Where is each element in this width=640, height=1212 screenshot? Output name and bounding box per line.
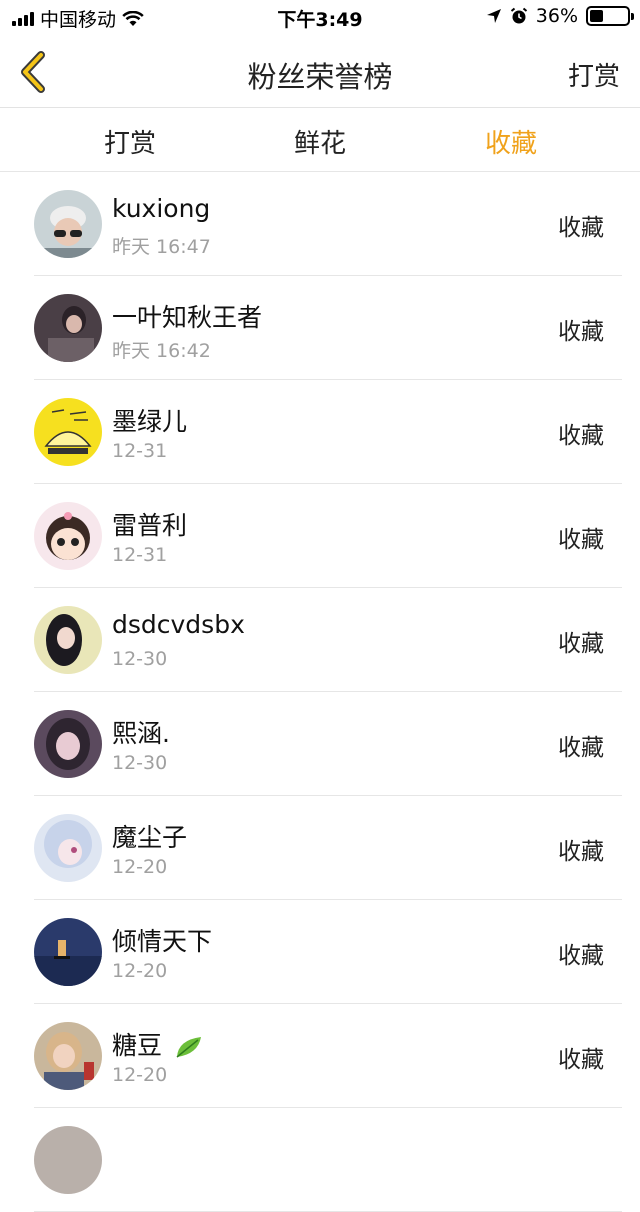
list-item[interactable]: 墨绿儿 12-31 收藏 [0,380,640,484]
fan-time: 昨天 16:47 [112,236,211,258]
fan-list: kuxiong 昨天 16:47 收藏 一叶知秋王者 昨天 16:42 收藏 墨… [0,172,640,1212]
battery-fill [590,10,603,22]
list-item[interactable]: 魔尘子 12-20 收藏 [0,796,640,900]
fan-name: 熙涵. [112,719,170,748]
fan-name: 魔尘子 [112,823,188,852]
avatar[interactable] [34,918,102,986]
fan-action: 收藏 [558,527,604,553]
list-item[interactable]: 雷普利 12-31 收藏 [0,484,640,588]
list-item[interactable]: kuxiong 昨天 16:47 收藏 [0,172,640,276]
list-item[interactable]: dsdcvdsbx 12-30 收藏 [0,588,640,692]
list-item[interactable]: 糖豆 12-20 收藏 [0,1004,640,1108]
list-item[interactable]: 一叶知秋王者 昨天 16:42 收藏 [0,276,640,380]
fan-time: 12-20 [112,856,168,878]
fan-name: 一叶知秋王者 [112,303,263,332]
fan-time: 12-31 [112,544,168,566]
fan-time: 12-30 [112,752,168,774]
avatar[interactable] [34,398,102,466]
fan-action: 收藏 [558,423,604,449]
avatar[interactable] [34,190,102,258]
fan-time: 12-31 [112,440,168,462]
fan-action: 收藏 [558,215,604,241]
fan-action: 收藏 [558,943,604,969]
tab-bar: 打赏 鲜花 收藏 [0,108,640,172]
page-title: 粉丝荣誉榜 [247,60,393,94]
avatar[interactable] [34,502,102,570]
fan-action: 收藏 [558,631,604,657]
tab-favorites[interactable]: 收藏 [451,123,571,160]
leaf-icon [176,1037,201,1058]
fan-name: kuxiong [112,194,211,223]
fan-action: 收藏 [558,839,604,865]
reward-button[interactable]: 打赏 [568,56,620,93]
fan-name-text: 糖豆 [112,1031,163,1060]
fan-action: 收藏 [558,1047,604,1073]
fan-time: 12-20 [112,1064,168,1086]
fan-action: 收藏 [558,319,604,345]
avatar[interactable] [34,606,102,674]
nav-bar: 粉丝荣誉榜 打赏 [0,36,640,108]
status-bar: 中国移动 下午3:49 36% [0,0,640,36]
battery-icon [586,6,634,26]
avatar[interactable] [34,294,102,362]
fan-name: 墨绿儿 [112,407,188,436]
avatar[interactable] [34,710,102,778]
battery-percent: 36% [535,5,578,27]
fan-time: 昨天 16:42 [112,340,211,362]
fan-name: 雷普利 [112,511,188,540]
alarm-icon [510,7,527,24]
fan-time: 12-20 [112,960,168,982]
fan-name: dsdcvdsbx [112,610,245,639]
list-item[interactable]: 倾情天下 12-20 收藏 [0,900,640,1004]
list-item-partial [0,1108,640,1212]
location-arrow-icon [486,9,501,23]
fan-time: 12-30 [112,648,168,670]
avatar[interactable] [34,1022,102,1090]
list-item[interactable]: 熙涵. 12-30 收藏 [0,692,640,796]
fan-action: 收藏 [558,735,604,761]
fan-name: 糖豆 [112,1026,204,1062]
status-right: 36% [486,5,634,27]
tab-flowers[interactable]: 鲜花 [260,123,380,160]
avatar [34,1126,102,1194]
fan-name: 倾情天下 [112,927,213,956]
tab-reward[interactable]: 打赏 [70,123,190,160]
avatar[interactable] [34,814,102,882]
